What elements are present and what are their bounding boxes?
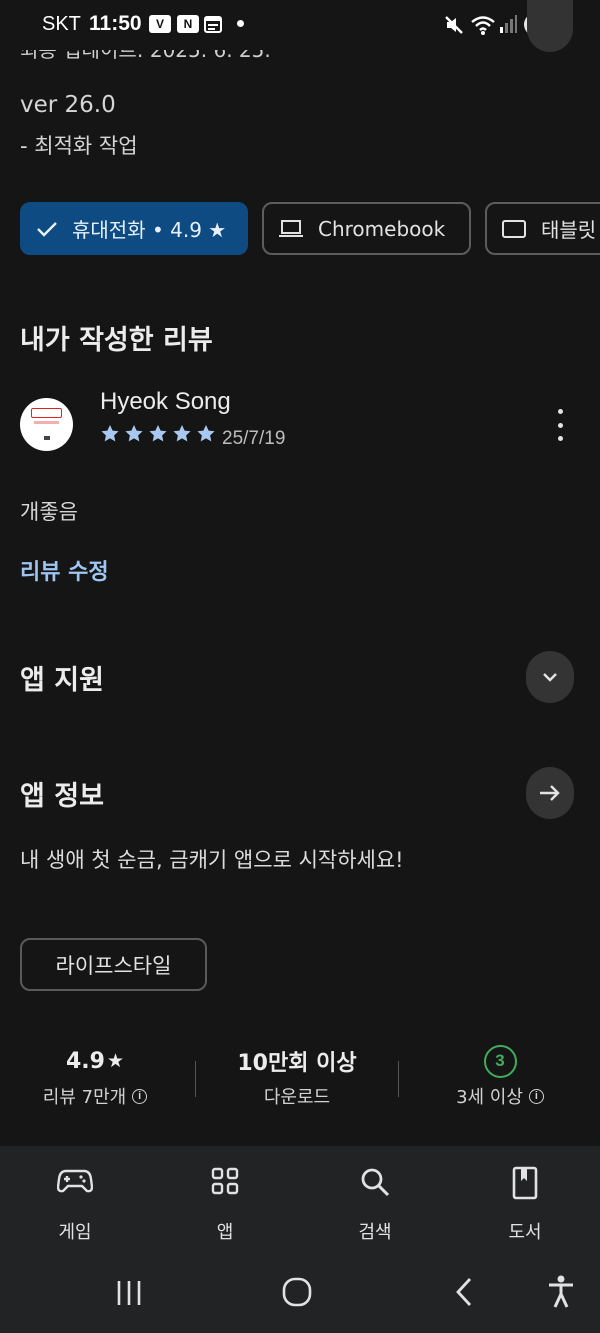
- rating-label[interactable]: 리뷰 7만개 i: [20, 1083, 170, 1109]
- edit-review-link[interactable]: 리뷰 수정: [20, 554, 109, 586]
- star-icon: [173, 425, 191, 442]
- back-icon: [456, 1278, 472, 1306]
- laptop-icon: [279, 219, 303, 237]
- device-chip-tablet[interactable]: 태블릿: [485, 202, 600, 255]
- app-details-page: SKT 11:50 V N 26 최종 업데이트: 2025. 6. 25. v…: [0, 0, 600, 1333]
- star-icon: ★: [106, 1050, 125, 1072]
- bottom-navigation: 게임 앱 검색 도서: [0, 1146, 600, 1258]
- chevron-down-icon: [543, 673, 557, 682]
- review-star-rating: [100, 424, 216, 443]
- search-icon: [359, 1166, 391, 1202]
- app-info-arrow-button[interactable]: [526, 767, 574, 819]
- nav-games-label: 게임: [58, 1222, 92, 1243]
- nav-search[interactable]: 검색: [300, 1146, 450, 1258]
- notification-n-icon: N: [177, 15, 199, 33]
- recents-icon: [117, 1281, 141, 1305]
- mute-icon: [443, 14, 465, 40]
- system-navigation-bar: [0, 1258, 600, 1333]
- status-bar: SKT 11:50 V N 26: [0, 0, 600, 50]
- star-icon: [197, 425, 215, 442]
- stat-divider: [398, 1061, 399, 1097]
- device-chip-tablet-label: 태블릿: [541, 218, 597, 242]
- gamepad-icon: [56, 1166, 94, 1200]
- stat-divider: [195, 1061, 196, 1097]
- wifi-icon: [470, 14, 496, 40]
- my-review-heading: 내가 작성한 리뷰: [20, 325, 213, 356]
- info-icon[interactable]: i: [132, 1088, 148, 1104]
- app-info-heading: 앱 정보: [20, 781, 104, 812]
- clock: 11:50: [89, 12, 142, 35]
- downloads-label: 다운로드: [263, 1087, 331, 1108]
- age-rating-stat: 3 3세 이상 i: [425, 1044, 575, 1109]
- book-icon: [511, 1166, 539, 1204]
- category-chip[interactable]: 라이프스타일: [20, 938, 207, 991]
- back-button[interactable]: [452, 1276, 476, 1312]
- rating-stat: 4.9 ★ 리뷰 7만개 i: [20, 1045, 170, 1109]
- apps-grid-icon: [210, 1166, 240, 1200]
- star-icon: [149, 425, 167, 442]
- nav-games[interactable]: 게임: [0, 1146, 150, 1258]
- calendar-icon: [203, 14, 223, 38]
- device-chip-phone-label: 휴대전화 • 4.9 ★: [72, 218, 227, 242]
- age-rating-label[interactable]: 3세 이상 i: [425, 1083, 575, 1109]
- nav-search-label: 검색: [358, 1222, 392, 1243]
- scrolled-off-button[interactable]: [527, 0, 573, 52]
- accessibility-icon: [549, 1275, 573, 1308]
- signal-icon: [498, 14, 518, 38]
- version-note: - 최적화 작업: [20, 134, 138, 158]
- downloads-stat: 10만회 이상 다운로드: [222, 1045, 372, 1109]
- review-more-options-button[interactable]: [548, 409, 572, 441]
- downloads-value: 10만회 이상: [237, 1051, 357, 1076]
- age-rating-badge: 3: [483, 1044, 517, 1078]
- notification-v-icon: V: [149, 15, 171, 33]
- nav-books-label: 도서: [508, 1222, 542, 1243]
- home-icon: [282, 1277, 312, 1307]
- info-icon[interactable]: i: [528, 1088, 544, 1104]
- nav-apps[interactable]: 앱: [150, 1146, 300, 1258]
- star-icon: [125, 425, 143, 442]
- more-vert-icon: [557, 409, 563, 414]
- device-chip-phone[interactable]: 휴대전화 • 4.9 ★: [20, 202, 248, 255]
- reviewer-name: Hyeok Song: [100, 388, 231, 415]
- version-label: ver 26.0: [20, 92, 116, 118]
- app-description: 내 생애 첫 순금, 금캐기 앱으로 시작하세요!: [20, 848, 404, 872]
- review-date: 25/7/19: [222, 428, 286, 449]
- recent-apps-button[interactable]: [113, 1278, 145, 1312]
- avatar: [20, 398, 73, 451]
- arrow-right-icon: [540, 785, 560, 801]
- nav-apps-label: 앱: [216, 1222, 234, 1243]
- device-chip-chromebook-label: Chromebook: [318, 216, 446, 241]
- tablet-icon: [502, 219, 526, 238]
- accessibility-button[interactable]: [545, 1274, 577, 1314]
- star-icon: [101, 425, 119, 442]
- check-icon: [37, 221, 57, 237]
- review-text: 개좋음: [20, 500, 78, 524]
- more-notifications-dot: [237, 20, 244, 27]
- rating-value: 4.9 ★: [65, 1048, 125, 1074]
- carrier-label: SKT: [42, 13, 81, 35]
- nav-books[interactable]: 도서: [450, 1146, 600, 1258]
- home-button[interactable]: [281, 1276, 313, 1312]
- device-chip-chromebook[interactable]: Chromebook: [262, 202, 471, 255]
- app-support-heading: 앱 지원: [20, 665, 104, 696]
- app-support-expand-button[interactable]: [526, 651, 574, 703]
